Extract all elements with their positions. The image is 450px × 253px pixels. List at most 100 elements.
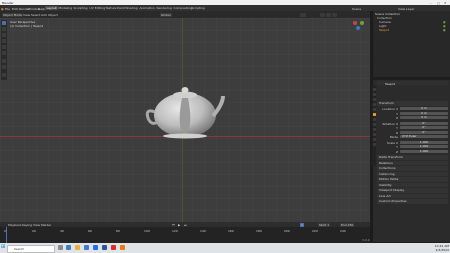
material-tab-icon[interactable] [372,143,376,146]
teapot-object[interactable] [145,78,225,142]
section-visibility[interactable]: Visibility [377,182,448,187]
particles-tab-icon[interactable] [372,123,376,126]
app-icon[interactable] [111,245,116,250]
output-tab-icon[interactable] [372,98,376,101]
timeline-menu-keying[interactable]: Keying [22,223,32,227]
section-motion-paths[interactable]: Motion Paths [377,177,448,182]
timeline-menu-marker[interactable]: Marker [41,223,51,227]
section-line-art[interactable]: Line Art [377,193,448,198]
menu-file[interactable]: File [5,7,10,11]
add-cube-icon[interactable] [2,73,6,77]
prop-label: Mode [389,135,398,139]
z-axis-icon[interactable] [356,26,360,30]
view-layer-selector[interactable]: View Layer [398,7,414,11]
section-collections[interactable]: Collections [377,166,448,171]
start-frame-field[interactable]: Start 1 [318,222,331,227]
taskbar-search-input[interactable]: Search [7,245,55,253]
section-transform[interactable]: Transform [377,101,448,106]
maximize-icon[interactable]: □ [437,1,440,5]
transform-icon[interactable] [2,51,6,55]
tab-sculpting[interactable]: Sculpting [72,6,89,10]
scene-tab-icon[interactable] [372,103,376,106]
scale-z-field[interactable]: 1.000 [400,149,448,153]
mail-icon[interactable] [93,245,98,250]
render-tab-icon[interactable] [372,93,376,96]
object-menu[interactable]: Object [47,13,59,17]
3d-viewport[interactable]: User Perspective (1) Collection | Teapot [0,18,370,222]
timeline-tick: 100 [144,229,150,233]
overlay-icon[interactable] [300,12,306,17]
section-relations[interactable]: Relations [377,160,448,165]
timeline-tick: 240 [340,229,346,233]
edge-icon[interactable] [66,245,71,250]
shading-rendered-icon[interactable] [332,12,337,17]
minimize-icon[interactable]: – [430,1,432,5]
taskbar-search-placeholder: Search [14,247,25,251]
mode-dropdown[interactable]: Object Mode [2,12,23,17]
prop-label: Y [396,145,398,149]
properties-object-name: Teapot [385,81,395,86]
visibility-eye-icon[interactable]: ● [443,28,446,32]
rotate-icon[interactable] [2,39,6,43]
shading-material-icon[interactable] [326,12,331,17]
timeline-ruler: 0 20 40 60 80 100 120 140 160 180 200 22… [0,229,370,233]
jump-start-icon[interactable]: ⏮ [172,223,175,227]
select-box-icon[interactable] [2,21,6,25]
physics-tab-icon[interactable] [372,128,376,131]
tab-texture-paint[interactable]: Texture Paint [104,6,126,10]
end-frame-field[interactable]: End 250 [340,222,355,227]
tab-scripting[interactable]: Scripting [190,6,206,10]
pan-icon[interactable] [361,36,365,40]
jump-end-icon[interactable]: ⏭ [184,223,187,227]
blender-logo-icon[interactable]: ● [1,7,4,11]
store-icon[interactable] [84,245,89,250]
data-tab-icon[interactable] [372,138,376,141]
transform-orientation-dropdown[interactable]: Global [160,12,172,17]
section-delta-transform[interactable]: Delta Transform [377,155,448,160]
windows-start-icon[interactable]: ⊞ [1,245,6,250]
outliner-item-teapot[interactable]: Teapot [379,28,389,32]
constraints-tab-icon[interactable] [372,133,376,136]
scale-icon[interactable] [2,45,6,49]
shading-solid-icon[interactable] [320,12,325,17]
blender-taskbar-icon[interactable] [120,245,125,250]
blender-version: 3.0.0 [362,238,370,242]
word-icon[interactable] [102,245,107,250]
location-z-field[interactable]: 0 m [400,115,448,120]
file-explorer-icon[interactable] [75,245,80,250]
tool-tab-icon[interactable] [372,88,376,91]
annotate-icon[interactable] [2,59,6,63]
move-icon[interactable] [2,33,6,37]
object-tab-icon[interactable] [372,113,376,116]
scale-y-field[interactable]: 1.000 [400,144,448,149]
y-axis-icon[interactable] [360,21,364,25]
timeline-menu-playback[interactable]: Playback [8,223,21,227]
location-x-field[interactable]: 0 m [400,106,448,111]
tab-rendering[interactable]: Rendering [155,6,173,10]
navigation-gizmo[interactable] [352,20,366,40]
task-view-icon[interactable] [58,245,63,250]
timeline-playhead[interactable] [6,227,7,243]
menu-help[interactable]: Help [38,7,45,11]
section-custom-properties[interactable]: Custom Properties [377,199,448,204]
timeline-tick: 180 [256,229,262,233]
timeline-menu-view[interactable]: View [33,223,40,227]
cursor-icon[interactable] [2,27,6,31]
section-viewport-display[interactable]: Viewport Display [377,188,448,193]
current-frame-field[interactable]: 1 [300,222,304,227]
measure-icon[interactable] [2,65,6,69]
tab-animation[interactable]: Animation [138,6,156,10]
modifier-tab-icon[interactable] [372,118,376,121]
close-icon[interactable]: ✕ [444,1,447,5]
zoom-icon[interactable] [361,31,365,35]
prop-label: Scale X [386,140,398,145]
world-tab-icon[interactable] [372,108,376,111]
section-instancing[interactable]: Instancing [377,171,448,176]
play-icon[interactable]: ▶ [178,223,180,227]
scene-selector[interactable]: Scene [352,7,361,11]
tab-shading[interactable]: Shading [124,6,139,10]
x-axis-icon[interactable] [353,21,357,25]
menu-edit[interactable]: Edit [12,7,18,11]
rotation-y-field[interactable]: 0° [400,125,448,130]
rotation-mode-dropdown[interactable]: XYZ Euler [400,134,448,139]
